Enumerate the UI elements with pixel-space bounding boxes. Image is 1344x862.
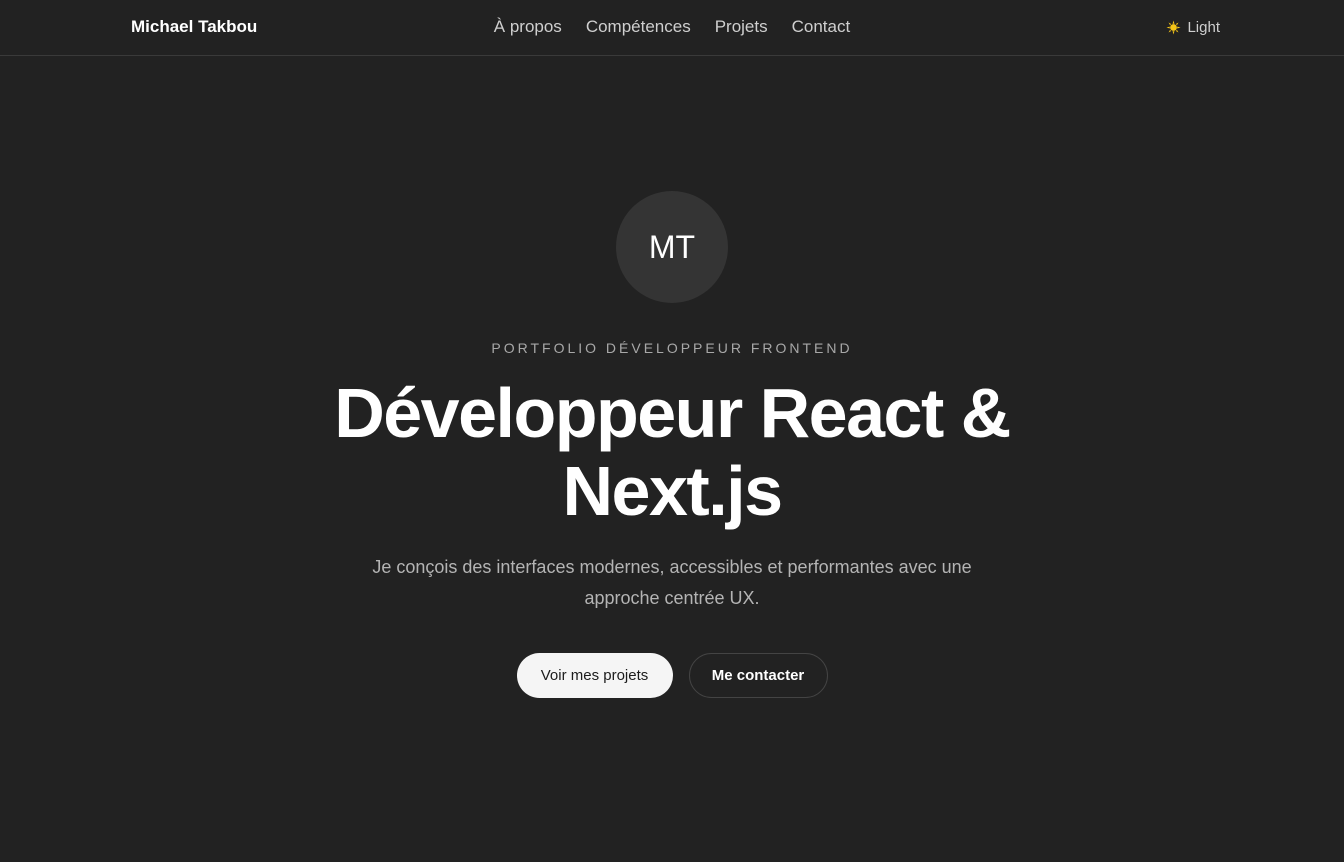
top-navbar: Michael Takbou À propos Compétences Proj…: [0, 0, 1344, 56]
sun-icon: [1166, 20, 1181, 35]
hero-actions: Voir mes projets Me contacter: [516, 653, 828, 698]
avatar: MT: [616, 191, 728, 303]
avatar-initials: MT: [648, 228, 696, 265]
nav-link-competences[interactable]: Compétences: [586, 17, 691, 37]
theme-toggle-label: Light: [1187, 19, 1220, 36]
nav-link-contact[interactable]: Contact: [792, 17, 851, 37]
hero-subtitle: Je conçois des interfaces modernes, acce…: [372, 557, 972, 608]
theme-toggle-button[interactable]: Light: [1166, 19, 1220, 36]
view-projects-button[interactable]: Voir mes projets: [516, 653, 673, 698]
nav-link-a-propos[interactable]: À propos: [494, 17, 562, 37]
hero-section: MT PORTFOLIO DÉVELOPPEUR FRONTEND Dévelo…: [0, 56, 1344, 698]
nav-link-projets[interactable]: Projets: [715, 17, 768, 37]
hero-headline: Développeur React & Next.js: [334, 374, 1011, 530]
contact-me-button[interactable]: Me contacter: [688, 653, 828, 698]
hero-eyebrow: PORTFOLIO DÉVELOPPEUR FRONTEND: [491, 340, 853, 356]
brand-name[interactable]: Michael Takbou: [131, 17, 257, 37]
